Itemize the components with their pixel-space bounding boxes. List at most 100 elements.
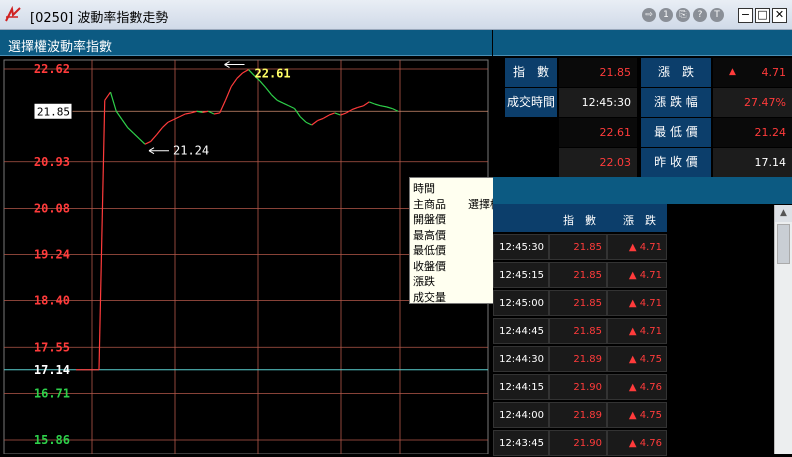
series-segment — [276, 99, 284, 104]
prev-close-value: 17.14 — [713, 148, 792, 177]
series-segment — [265, 87, 272, 96]
list-index: 21.90 — [549, 430, 607, 456]
series-segment — [322, 114, 330, 119]
list-change: ▲ 4.76 — [607, 430, 667, 456]
list-time: 12:44:30 — [493, 346, 549, 372]
series-segment — [138, 138, 146, 145]
chart-area[interactable]: 22.62 20.93 20.08 19.24 18.40 17.55 16.71 15.86… — [0, 57, 560, 454]
series-segment — [369, 101, 376, 105]
series-segment — [334, 112, 341, 116]
list-item[interactable]: 12:45:15 21.85 ▲ 4.71 — [493, 262, 667, 288]
y-axis-ticks: 22.62 20.93 20.08 19.24 18.40 17.55 16.71 15.86… — [33, 62, 73, 447]
list-change: ▲ 4.76 — [607, 374, 667, 400]
close-button[interactable]: ✕ — [772, 8, 787, 23]
series-segment — [150, 134, 157, 142]
info-icon[interactable]: 1 — [659, 8, 673, 22]
settings-icon[interactable]: T — [710, 8, 724, 22]
tooltip-key: 時間 — [413, 182, 435, 195]
chart-panel-header: 選擇權波動率指數 — [0, 30, 492, 56]
series-segment — [271, 94, 278, 101]
series-segment — [317, 117, 324, 122]
series-segment — [357, 105, 364, 108]
list-time: 12:45:15 — [493, 262, 549, 288]
time-label: 成交時間 — [505, 88, 557, 117]
series-segment — [156, 127, 163, 136]
low-annotation: 21.24 — [173, 144, 209, 158]
tooltip-key: 漲跌 — [413, 275, 435, 288]
change-value: ▲ 4.71 — [713, 58, 792, 87]
series-segment — [179, 113, 186, 118]
series-segment — [109, 91, 117, 112]
list-index: 21.85 — [549, 262, 607, 288]
list-item[interactable]: 12:45:00 21.85 ▲ 4.71 — [493, 290, 667, 316]
tick-list[interactable]: 指 數 漲 跌 12:45:30 21.85 ▲ 4.71 12:45:15 21.85… — [493, 204, 792, 456]
series-segment — [185, 112, 192, 115]
series-segment — [380, 105, 387, 108]
list-item[interactable]: 12:44:30 21.89 ▲ 4.75 — [493, 346, 667, 372]
list-item[interactable]: 12:44:45 21.85 ▲ 4.71 — [493, 318, 667, 344]
up-arrow-icon: ▲ — [729, 67, 736, 77]
list-index: 21.89 — [549, 346, 607, 372]
tooltip-key: 主商品 — [413, 197, 446, 211]
series-segment — [328, 112, 335, 116]
list-item[interactable]: 12:45:30 21.85 ▲ 4.71 — [493, 234, 667, 260]
list-time: 12:45:30 — [493, 234, 549, 260]
go-icon[interactable]: ⇨ — [642, 8, 656, 22]
series-segment — [127, 127, 134, 134]
series-segment — [374, 103, 381, 107]
scroll-up-arrow-icon[interactable]: ▲ — [775, 205, 792, 222]
window-titlebar: [0250] 波動率指數走勢 ⇨ 1 ⎘ ? T − □ ✕ — [0, 0, 792, 30]
tick-list-header: 指 數 漲 跌 — [493, 204, 667, 232]
tooltip-key: 最高價 — [413, 228, 446, 242]
list-header-index: 指 數 — [563, 214, 596, 227]
quote-panel-header — [493, 30, 792, 56]
list-item[interactable]: 12:43:45 21.90 ▲ 4.76 — [493, 430, 667, 456]
list-change: ▲ 4.71 — [607, 262, 667, 288]
tooltip-key: 收盤價 — [413, 259, 446, 273]
y-tick-label: 20.08 — [34, 201, 70, 215]
tooltip-key: 開盤價 — [413, 213, 446, 226]
prev-close-label: 昨 收 價 — [641, 148, 711, 177]
high-value: 22.61 — [559, 118, 637, 147]
series-segment — [224, 86, 232, 101]
list-time: 12:44:00 — [493, 402, 549, 428]
series-segment — [98, 100, 106, 370]
list-change: ▲ 4.71 — [607, 318, 667, 344]
export-icon[interactable]: ⎘ — [676, 8, 690, 22]
tooltip-key: 成交量 — [413, 290, 446, 304]
series-segment — [161, 121, 169, 129]
list-index: 21.85 — [549, 318, 607, 344]
y-tick-label: 16.71 — [34, 386, 70, 400]
series-segment — [351, 106, 358, 111]
index-label: 指 數 — [505, 58, 557, 87]
series-segment — [121, 119, 129, 129]
series-segment — [242, 69, 249, 74]
current-value-label: 21.85 — [37, 105, 70, 118]
change-label: 漲 跌 — [641, 58, 711, 87]
minimize-button[interactable]: − — [738, 8, 753, 23]
list-item[interactable]: 12:44:00 21.89 ▲ 4.75 — [493, 402, 667, 428]
help-icon[interactable]: ? — [693, 8, 707, 22]
list-header-change: 漲 跌 — [623, 214, 656, 227]
series-segment — [104, 91, 111, 101]
series-segment — [144, 140, 152, 145]
list-change: ▲ 4.71 — [607, 290, 667, 316]
tick-list-scrollbar[interactable]: ▲ — [774, 205, 792, 454]
list-item[interactable]: 12:44:15 21.90 ▲ 4.76 — [493, 374, 667, 400]
series-segment — [236, 72, 244, 79]
y-tick-label: 18.40 — [34, 294, 70, 308]
list-time: 12:44:15 — [493, 374, 549, 400]
index-value: 21.85 — [559, 58, 637, 87]
low-label: 最 低 價 — [641, 118, 711, 147]
change-pct-label: 漲 跌 幅 — [641, 88, 711, 117]
series-segment — [311, 120, 318, 126]
chart-series — [76, 69, 399, 371]
high-annotation: 22.61 — [255, 67, 291, 81]
y-tick-label: 15.86 — [34, 433, 70, 447]
list-change: ▲ 4.71 — [607, 234, 667, 260]
list-change: ▲ 4.75 — [607, 346, 667, 372]
scroll-thumb[interactable] — [777, 224, 790, 264]
maximize-button[interactable]: □ — [755, 8, 770, 23]
change-pct-value: 27.47% — [713, 88, 792, 117]
time-value: 12:45:30 — [559, 88, 637, 117]
